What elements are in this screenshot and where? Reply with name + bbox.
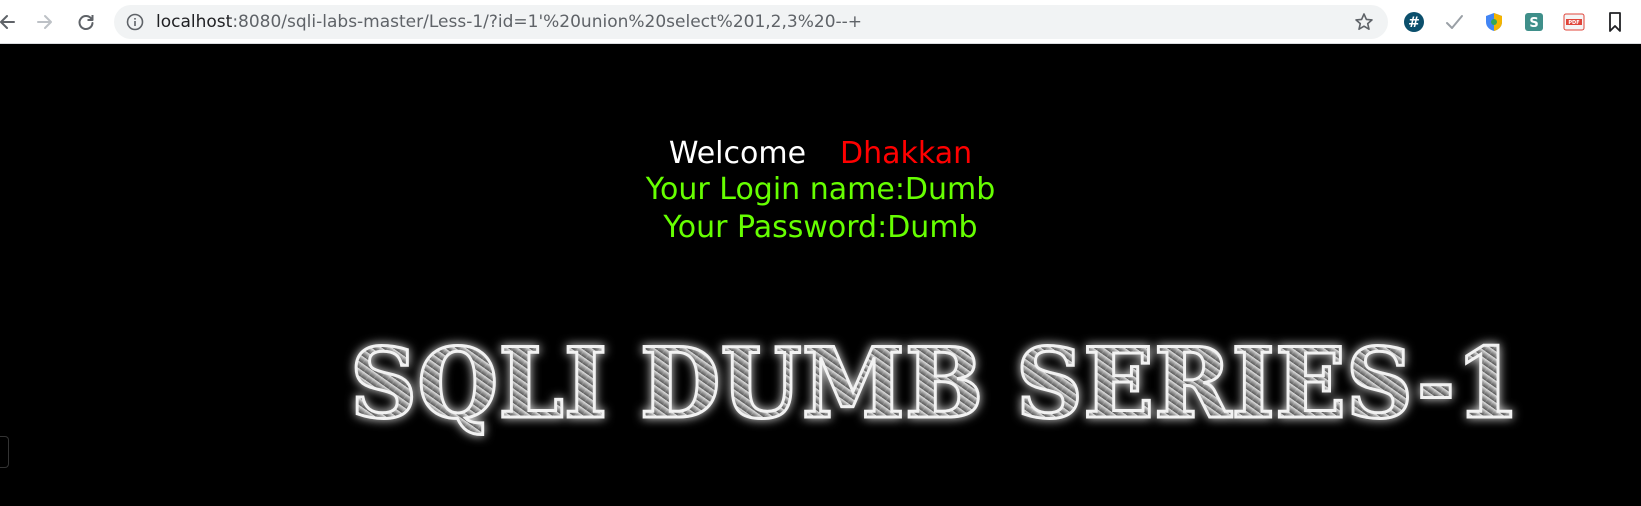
back-arrow-icon[interactable] — [0, 8, 22, 36]
s-extension-icon[interactable]: S — [1522, 10, 1546, 34]
forward-arrow-icon[interactable] — [30, 8, 58, 36]
page-edge-handle — [0, 436, 9, 468]
welcome-label: Welcome — [668, 136, 807, 171]
svg-text:#: # — [1408, 15, 1420, 31]
url-path: :8080/sqli-labs-master/Less-1/?id=1'%20u… — [232, 12, 863, 32]
shield-extension-icon[interactable] — [1482, 10, 1506, 34]
star-icon[interactable] — [1354, 12, 1374, 32]
url-text[interactable]: localhost:8080/sqli-labs-master/Less-1/?… — [156, 5, 862, 39]
svg-text:PDF: PDF — [1568, 20, 1579, 26]
svg-text:S: S — [1529, 16, 1538, 31]
login-name-line: Your Login name:Dumb — [645, 172, 996, 207]
page-content: Welcome Dhakkan Your Login name:Dumb Your… — [0, 44, 1641, 506]
sqli-dumb-series-banner: SQLI DUMB SERIES-1 — [349, 326, 1522, 442]
hash-extension-icon[interactable]: # — [1402, 10, 1426, 34]
check-extension-icon[interactable] — [1442, 10, 1466, 34]
reload-icon[interactable] — [72, 8, 100, 36]
pdf-extension-icon[interactable]: PDF — [1562, 10, 1586, 34]
address-bar[interactable]: localhost:8080/sqli-labs-master/Less-1/?… — [114, 5, 1388, 39]
banner-text: SQLI DUMB SERIES-1 — [350, 327, 1520, 440]
welcome-name: Dhakkan — [840, 136, 973, 171]
info-icon[interactable] — [126, 13, 144, 31]
welcome-line: Welcome Dhakkan — [0, 134, 1641, 174]
password-line: Your Password:Dumb — [663, 210, 978, 245]
url-host: localhost — [156, 12, 233, 32]
bookmark-extension-icon[interactable] — [1603, 10, 1627, 34]
browser-toolbar: localhost:8080/sqli-labs-master/Less-1/?… — [0, 0, 1641, 44]
